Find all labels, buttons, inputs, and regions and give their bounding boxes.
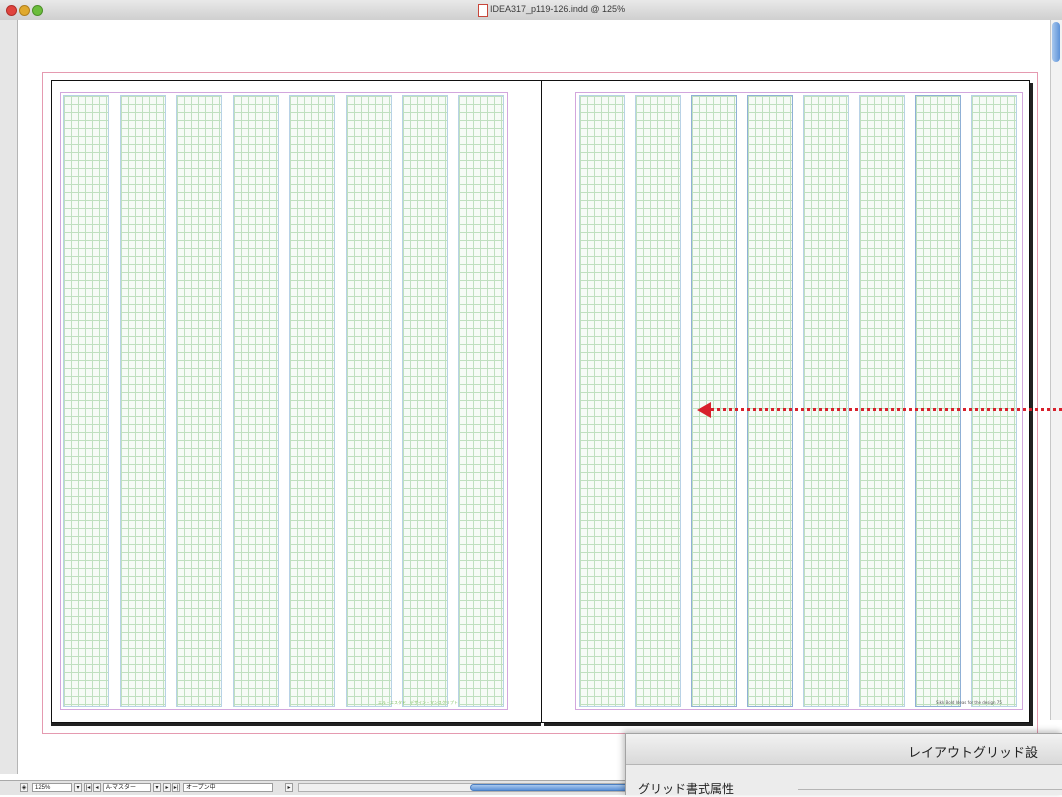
last-page-button[interactable]: ▸| [172,783,180,792]
annotation-arrow-head [697,402,711,418]
right-grid-column-4 [747,95,793,707]
layout-grid-dialog: レイアウトグリッド設 グリッド書式属性 [625,733,1062,796]
annotation-arrow-line [710,408,1062,411]
vertical-scrollbar[interactable] [1050,20,1062,720]
first-page-button[interactable]: |◂ [84,783,92,792]
close-window-button[interactable] [6,5,17,16]
minimize-window-button[interactable] [19,5,30,16]
indesign-document-icon [478,4,488,17]
left-grid-column-4 [233,95,279,707]
status-menu-icon[interactable]: ▸ [285,783,293,792]
window-left-border [0,20,18,774]
window-titlebar: IDEA317_p119-126.indd @ 125% [0,0,1062,21]
right-grid-column-2 [635,95,681,707]
left-grid-column-2 [120,95,166,707]
document-status[interactable]: オープン中 [183,783,273,792]
right-grid-column-7 [915,95,961,707]
right-grid-column-3 [691,95,737,707]
previous-page-button[interactable]: ◂ [93,783,101,792]
right-grid-column-6 [859,95,905,707]
zoom-dropdown-icon[interactable]: ▾ [74,783,82,792]
zoom-window-button[interactable] [32,5,43,16]
left-grid-column-6 [346,95,392,707]
right-page-folio: Sikk Bold Ideas for the design 75 [936,700,1002,705]
left-grid-column-3 [176,95,222,707]
dialog-title: レイアウトグリッド設 [908,746,1039,761]
page-field[interactable]: A-マスター [103,783,151,792]
left-page-folio: エル・エスタド デザイン・マンスクリプト [378,700,458,705]
grid-attributes-section-label: グリッド書式属性 [638,782,735,796]
next-page-button[interactable]: ▸ [163,783,171,792]
zoom-level-field[interactable]: 125% [32,783,72,792]
left-grid-column-5 [289,95,335,707]
right-grid-column-1 [579,95,625,707]
dialog-titlebar[interactable]: レイアウトグリッド設 [626,734,1062,765]
window-title: IDEA317_p119-126.indd @ 125% [490,4,626,14]
right-grid-column-5 [803,95,849,707]
section-divider [798,789,1062,790]
right-grid-column-8 [971,95,1017,707]
vertical-scroll-thumb[interactable] [1052,22,1060,62]
left-grid-column-8 [458,95,504,707]
horizontal-scroll-thumb[interactable] [470,784,630,791]
page-dropdown-icon[interactable]: ▾ [153,783,161,792]
zoom-preview-icon[interactable]: ◈ [20,783,28,792]
left-grid-column-1 [63,95,109,707]
left-grid-column-7 [402,95,448,707]
